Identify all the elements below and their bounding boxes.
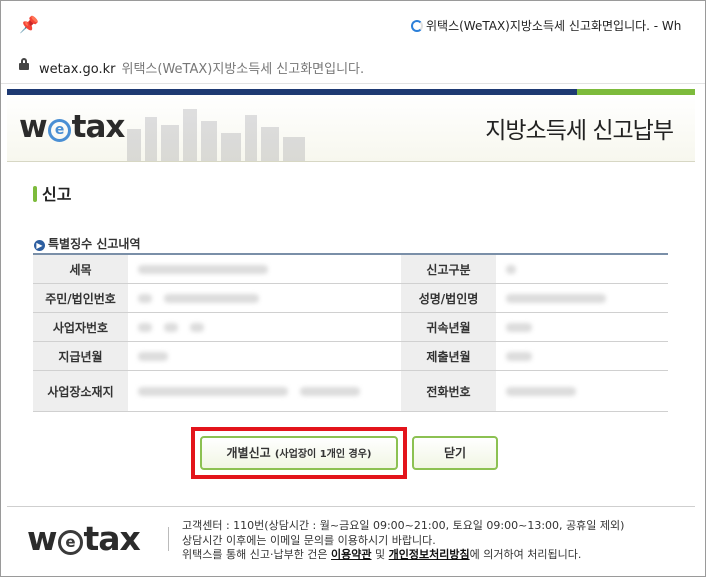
value-submit-month: [496, 341, 668, 371]
table-row: 주민/법인번호 성명/법인명: [33, 283, 668, 313]
label-id-number: 주민/법인번호: [33, 283, 128, 313]
footer-customer-center: 고객센터 : 110번(상담시간 : 월~금요일 09:00~21:00, 토요…: [182, 519, 625, 532]
individual-report-label: 개별신고: [226, 446, 271, 460]
city-skyline-graphic: [127, 109, 305, 161]
report-info-table: 세목 신고구분 주민/법인번호 성명/법인명 사업자번호 귀속년월 지급년월 제…: [33, 253, 668, 412]
table-row: 세목 신고구분: [33, 254, 668, 284]
privacy-policy-link[interactable]: 개인정보처리방침: [389, 548, 470, 561]
footer-policy-line: 위택스를 통해 신고·납부한 건은 이용약관 및 개인정보처리방침에 의거하여 …: [182, 546, 581, 562]
close-button[interactable]: 닫기: [412, 436, 498, 470]
label-tax-item: 세목: [33, 254, 128, 284]
value-business-address: [128, 370, 401, 412]
value-business-number: [128, 312, 401, 342]
label-phone: 전화번호: [401, 370, 496, 412]
individual-report-button[interactable]: 개별신고 (사업장이 1개인 경우): [200, 436, 398, 470]
table-title: ▶ 특별징수 신고내역: [34, 235, 141, 252]
loading-icon: [411, 20, 423, 32]
page-header: w e tax 지방소득세 신고납부: [7, 95, 695, 162]
label-name: 성명/법인명: [401, 283, 496, 313]
value-report-type: [496, 254, 668, 284]
footer: w e tax 고객센터 : 110번(상담시간 : 월~금요일 09:00~21:…: [7, 506, 695, 571]
url-host: wetax.go.kr: [39, 62, 116, 77]
section-title: 신고: [33, 181, 71, 205]
individual-report-note: (사업장이 1개인 경우): [274, 449, 372, 460]
footer-policy-suffix: 에 의거하여 처리됩니다.: [469, 548, 582, 561]
table-row: 지급년월 제출년월: [33, 341, 668, 371]
lock-icon[interactable]: [19, 58, 29, 70]
footer-divider: [168, 527, 169, 551]
table-row: 사업장소재지 전화번호: [33, 370, 668, 412]
title-bar: 📌 위택스(WeTAX)지방소득세 신고화면입니다. - Wh: [1, 1, 705, 47]
system-name: 지방소득세 신고납부: [485, 118, 674, 144]
label-submit-month: 제출년월: [401, 341, 496, 371]
value-phone: [496, 370, 668, 412]
url-page-title: 위택스(WeTAX)지방소득세 신고화면입니다.: [121, 62, 365, 77]
window-title-text: 위택스(WeTAX)지방소득세 신고화면입니다. - Wh: [426, 19, 682, 33]
value-id-number: [128, 283, 401, 313]
value-payment-month: [128, 341, 401, 371]
label-report-type: 신고구분: [401, 254, 496, 284]
footer-policy-prefix: 위택스를 통해 신고·납부한 건은: [182, 548, 332, 561]
footer-wetax-logo: w e tax: [27, 519, 141, 558]
label-payment-month: 지급년월: [33, 341, 128, 371]
wetax-logo[interactable]: w e tax: [19, 109, 125, 145]
table-row: 사업자번호 귀속년월: [33, 312, 668, 342]
label-business-address: 사업장소재지: [33, 370, 128, 412]
pin-icon[interactable]: 📌: [19, 15, 39, 34]
arrow-bullet-icon: ▶: [34, 240, 45, 251]
address-bar[interactable]: wetax.go.kr 위택스(WeTAX)지방소득세 신고화면입니다.: [1, 47, 705, 84]
value-name: [496, 283, 668, 313]
footer-policy-mid: 및: [371, 548, 389, 561]
section-title-text: 신고: [42, 185, 72, 204]
popup-window: 📌 위택스(WeTAX)지방소득세 신고화면입니다. - Wh wetax.go…: [0, 0, 706, 577]
label-attribution-month: 귀속년월: [401, 312, 496, 342]
terms-link[interactable]: 이용약관: [331, 548, 371, 561]
value-tax-item: [128, 254, 401, 284]
value-attribution-month: [496, 312, 668, 342]
url-text: wetax.go.kr 위택스(WeTAX)지방소득세 신고화면입니다.: [39, 58, 364, 77]
window-title: 위택스(WeTAX)지방소득세 신고화면입니다. - Wh: [411, 17, 681, 34]
table-title-text: 특별징수 신고내역: [48, 237, 141, 251]
label-business-number: 사업자번호: [33, 312, 128, 342]
